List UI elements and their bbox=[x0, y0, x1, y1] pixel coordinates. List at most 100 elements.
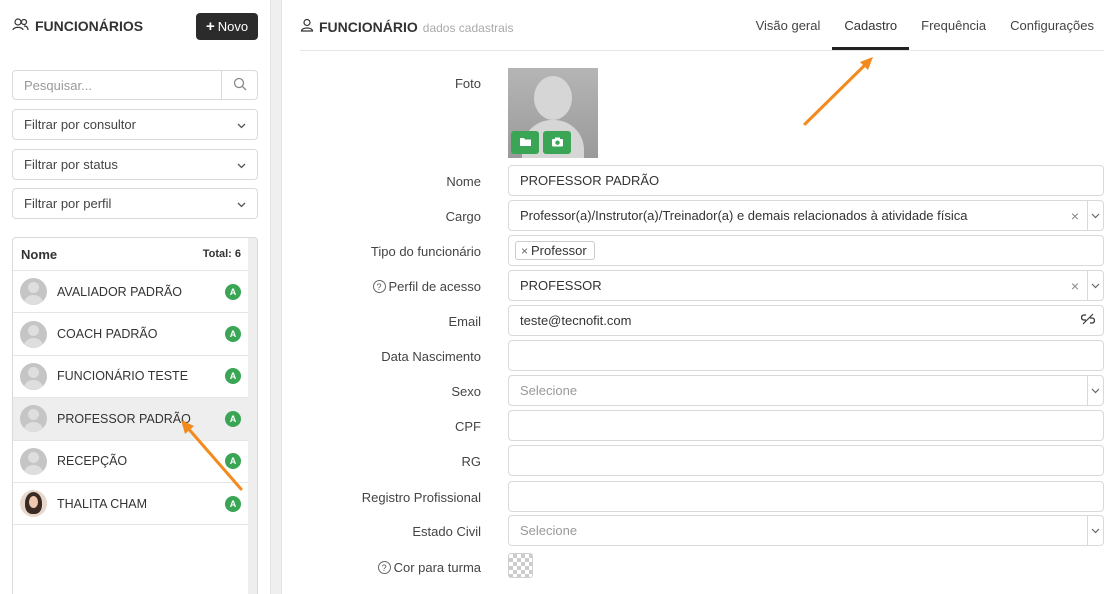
chevron-down-icon[interactable] bbox=[1087, 376, 1103, 405]
employee-row[interactable]: FUNCIONÁRIO TESTE A bbox=[13, 356, 249, 399]
employee-name: FUNCIONÁRIO TESTE bbox=[57, 369, 189, 384]
column-name-header[interactable]: Nome bbox=[21, 247, 57, 262]
new-employee-button[interactable]: + Novo bbox=[196, 13, 258, 40]
status-badge: A bbox=[225, 410, 241, 427]
filter-status-select[interactable]: Filtrar por status bbox=[12, 149, 258, 180]
email-field[interactable]: teste@tecnofit.com bbox=[508, 305, 1104, 336]
rg-field[interactable] bbox=[508, 445, 1104, 476]
page-title-text: FUNCIONÁRIO bbox=[319, 19, 418, 35]
nome-value: PROFESSOR PADRÃO bbox=[520, 173, 660, 188]
email-value: teste@tecnofit.com bbox=[520, 313, 632, 328]
tab-visao-geral[interactable]: Visão geral bbox=[744, 0, 833, 50]
help-icon[interactable]: ? bbox=[377, 561, 391, 574]
cargo-select[interactable]: Professor(a)/Instrutor(a)/Treinador(a) e… bbox=[508, 200, 1104, 231]
employee-list-scrollbar[interactable] bbox=[248, 238, 257, 594]
status-badge: A bbox=[225, 495, 241, 512]
new-employee-button-label: Novo bbox=[217, 19, 249, 34]
chevron-down-icon bbox=[237, 157, 246, 172]
filter-consultor-label: Filtrar por consultor bbox=[24, 117, 136, 132]
cargo-value: Professor(a)/Instrutor(a)/Treinador(a) e… bbox=[520, 208, 968, 223]
status-badge: A bbox=[225, 326, 241, 343]
estado-civil-select[interactable]: Selecione bbox=[508, 515, 1104, 546]
detail-tabs: Visão geral Cadastro Frequência Configur… bbox=[744, 0, 1106, 50]
cpf-field[interactable] bbox=[508, 410, 1104, 441]
registro-field[interactable] bbox=[508, 481, 1104, 512]
email-label: Email bbox=[448, 314, 481, 329]
chevron-down-icon bbox=[237, 117, 246, 132]
chevron-down-icon[interactable] bbox=[1087, 271, 1103, 300]
employee-name: AVALIADOR PADRÃO bbox=[57, 284, 183, 299]
avatar bbox=[20, 278, 47, 306]
upload-photo-button[interactable] bbox=[511, 131, 539, 154]
employee-search bbox=[12, 70, 258, 100]
tab-configuracoes[interactable]: Configurações bbox=[998, 0, 1106, 50]
foto-label: Foto bbox=[454, 76, 481, 91]
employee-row[interactable]: RECEPÇÃO A bbox=[13, 441, 249, 483]
avatar bbox=[20, 490, 47, 518]
employee-row[interactable]: THALITA CHAM A bbox=[13, 483, 249, 526]
nascimento-field[interactable] bbox=[508, 340, 1104, 371]
unlink-icon[interactable] bbox=[1080, 312, 1096, 329]
sexo-placeholder: Selecione bbox=[520, 383, 578, 398]
employee-name: THALITA CHAM bbox=[57, 496, 148, 511]
employee-name: PROFESSOR PADRÃO bbox=[57, 411, 191, 426]
employee-name: COACH PADRÃO bbox=[57, 327, 158, 342]
tabs-divider bbox=[300, 50, 1104, 51]
tipo-tag: × Professor bbox=[515, 241, 595, 260]
status-badge: A bbox=[225, 368, 241, 385]
employee-row[interactable]: PROFESSOR PADRÃO A bbox=[13, 398, 249, 441]
chevron-down-icon[interactable] bbox=[1087, 201, 1103, 230]
tipo-label: Tipo do funcionário bbox=[370, 244, 481, 259]
employee-row[interactable]: COACH PADRÃO A bbox=[13, 313, 249, 356]
user-icon bbox=[300, 18, 314, 35]
page-title: FUNCIONÁRIO dados cadastrais bbox=[300, 18, 514, 35]
employee-row[interactable]: AVALIADOR PADRÃO A bbox=[13, 271, 249, 314]
clear-perfil-icon[interactable]: × bbox=[1063, 278, 1087, 294]
help-icon[interactable]: ? bbox=[372, 280, 386, 293]
take-photo-button[interactable] bbox=[543, 131, 571, 154]
cpf-label: CPF bbox=[455, 419, 481, 434]
estado-civil-placeholder: Selecione bbox=[520, 523, 578, 538]
tab-cadastro[interactable]: Cadastro bbox=[832, 0, 910, 50]
chevron-down-icon bbox=[237, 196, 246, 211]
estado-civil-label: Estado Civil bbox=[412, 524, 481, 539]
folder-icon bbox=[519, 135, 532, 150]
filter-status-label: Filtrar por status bbox=[24, 157, 118, 172]
sidebar-title: FUNCIONÁRIOS bbox=[12, 18, 143, 34]
remove-tag-icon[interactable]: × bbox=[521, 244, 528, 258]
search-input[interactable] bbox=[13, 71, 221, 99]
employee-detail: FUNCIONÁRIO dados cadastrais Visão geral… bbox=[283, 0, 1120, 594]
cargo-label: Cargo bbox=[445, 209, 481, 224]
search-button[interactable] bbox=[221, 71, 257, 99]
cor-label: ? Cor para turma bbox=[377, 560, 481, 575]
sidebar-header: FUNCIONÁRIOS + Novo bbox=[12, 12, 258, 42]
avatar bbox=[20, 362, 47, 390]
clear-cargo-icon[interactable]: × bbox=[1063, 208, 1087, 224]
avatar bbox=[20, 320, 47, 348]
tipo-tag-label: Professor bbox=[531, 243, 587, 258]
sexo-select[interactable]: Selecione bbox=[508, 375, 1104, 406]
perfil-label-text: Perfil de acesso bbox=[388, 279, 482, 294]
filter-perfil-select[interactable]: Filtrar por perfil bbox=[12, 188, 258, 219]
sidebar: FUNCIONÁRIOS + Novo Filtrar por consulto… bbox=[0, 0, 270, 594]
employee-name: RECEPÇÃO bbox=[57, 454, 128, 469]
employee-total-count: Total: 6 bbox=[202, 248, 241, 260]
perfil-select[interactable]: PROFESSOR × bbox=[508, 270, 1104, 301]
sidebar-title-text: FUNCIONÁRIOS bbox=[35, 18, 144, 34]
plus-icon: + bbox=[205, 18, 215, 35]
camera-icon bbox=[551, 135, 564, 150]
perfil-value: PROFESSOR bbox=[520, 278, 602, 293]
filter-consultor-select[interactable]: Filtrar por consultor bbox=[12, 109, 258, 140]
color-picker[interactable] bbox=[508, 553, 533, 578]
tab-frequencia[interactable]: Frequência bbox=[909, 0, 998, 50]
cor-label-text: Cor para turma bbox=[393, 560, 481, 575]
nome-label: Nome bbox=[446, 174, 481, 189]
perfil-label: ? Perfil de acesso bbox=[372, 279, 482, 294]
nome-field[interactable]: PROFESSOR PADRÃO bbox=[508, 165, 1104, 196]
chevron-down-icon[interactable] bbox=[1087, 516, 1103, 545]
registro-label: Registro Profissional bbox=[361, 490, 481, 505]
filter-perfil-label: Filtrar por perfil bbox=[24, 196, 112, 211]
panel-divider[interactable] bbox=[270, 0, 282, 594]
employee-list-header: Nome Total: 6 bbox=[13, 238, 249, 271]
tipo-multiselect[interactable]: × Professor bbox=[508, 235, 1104, 266]
